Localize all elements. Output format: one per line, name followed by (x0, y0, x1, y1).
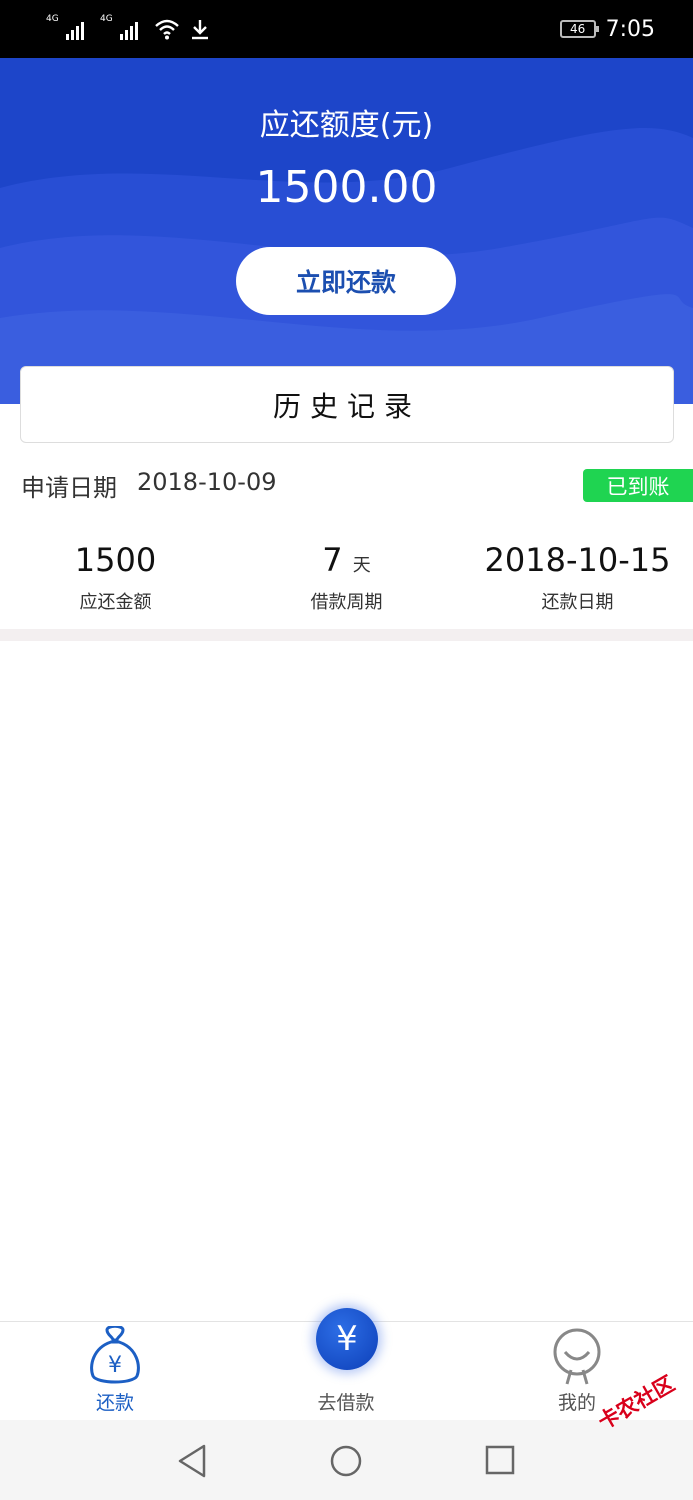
svg-text:¥: ¥ (108, 1353, 122, 1378)
clock: 7:05 (605, 16, 655, 42)
apply-date-label: 申请日期 (21, 474, 117, 502)
stat-amount: 1500 应还金额 (0, 538, 231, 630)
cellular-signal-2-icon: 4G (100, 14, 138, 40)
tab-borrow[interactable]: ¥ 去借款 (266, 1308, 426, 1421)
cellular-signal-icon: 4G (46, 14, 84, 40)
tab-repay[interactable]: ¥ 还款 (35, 1322, 195, 1421)
yuan-icon: ¥ (316, 1308, 378, 1370)
status-bar: 4G 4G 46 7:05 (0, 0, 693, 58)
tab-repay-label: 还款 (95, 1392, 134, 1414)
home-icon[interactable] (329, 1444, 363, 1478)
section-divider (0, 629, 693, 641)
period-value: 7 (322, 541, 343, 579)
status-left: 4G 4G (46, 14, 210, 40)
due-date-value: 2018-10-15 (484, 541, 671, 579)
recent-apps-icon[interactable] (484, 1444, 516, 1476)
stat-due-date: 2018-10-15 还款日期 (462, 538, 693, 630)
back-icon[interactable] (176, 1444, 208, 1478)
apply-date-value: 2018-10-09 (137, 468, 277, 496)
status-badge: 已到账 (583, 469, 693, 502)
battery-icon: 46 (559, 20, 599, 38)
period-value-wrap: 7 天 (322, 538, 371, 582)
amount-label: 应还金额 (79, 592, 152, 613)
history-records-header[interactable]: 历史记录 (20, 366, 674, 443)
system-nav-bar (0, 1420, 693, 1500)
user-face-icon (553, 1328, 601, 1385)
period-unit: 天 (352, 555, 371, 576)
repayable-amount-value: 1500.00 (255, 162, 438, 213)
status-right: 46 7:05 (559, 16, 655, 42)
period-label: 借款周期 (310, 592, 383, 613)
record-apply-row: 申请日期 2018-10-09 (21, 468, 276, 503)
wifi-icon (155, 19, 179, 40)
download-icon (192, 20, 208, 40)
record-stats: 1500 应还金额 7 天 借款周期 2018-10-15 还款日期 (0, 538, 693, 630)
sim2-label: 4G (100, 14, 113, 24)
header-banner: 应还额度(元) 1500.00 立即还款 (0, 58, 693, 404)
sim1-label: 4G (46, 14, 59, 24)
bottom-tab-bar: ¥ 还款 ¥ 去借款 我的 (0, 1308, 693, 1421)
repay-now-button[interactable]: 立即还款 (236, 247, 456, 315)
money-bag-icon: ¥ (90, 1326, 140, 1384)
tab-borrow-label: 去借款 (317, 1392, 375, 1414)
repayable-amount-title: 应还额度(元) (259, 108, 434, 143)
amount-value: 1500 (74, 541, 157, 579)
stat-period: 7 天 借款周期 (231, 538, 462, 630)
due-date-label: 还款日期 (541, 592, 614, 613)
